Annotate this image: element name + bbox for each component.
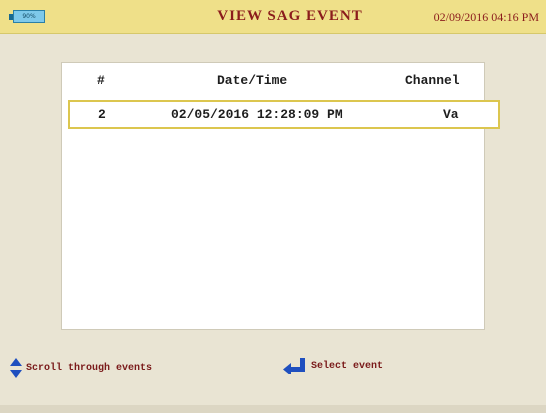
screen-title: VIEW SAG EVENT bbox=[217, 8, 363, 24]
event-list-panel: # Date/Time Channel 2 02/05/2016 12:28:0… bbox=[61, 62, 500, 330]
event-datetime: 02/05/2016 12:28:09 PM bbox=[171, 107, 343, 122]
column-header-channel: Channel bbox=[405, 73, 460, 88]
battery-icon: 90% bbox=[9, 9, 47, 24]
column-header-datetime: Date/Time bbox=[217, 73, 288, 88]
scroll-hint-label: Scroll through events bbox=[26, 362, 153, 374]
column-header-number: # bbox=[97, 73, 105, 88]
select-hint: Select event bbox=[283, 358, 383, 374]
up-down-arrows-icon bbox=[10, 358, 22, 378]
select-hint-label: Select event bbox=[311, 360, 384, 372]
top-status-bar: 90% VIEW SAG EVENT 02/09/2016 04:16 PM bbox=[0, 0, 546, 34]
battery-level: 90% bbox=[13, 10, 45, 23]
event-number: 2 bbox=[98, 107, 106, 122]
enter-key-icon bbox=[283, 358, 305, 374]
event-row-selected[interactable]: 2 02/05/2016 12:28:09 PM Va bbox=[68, 100, 500, 129]
scroll-hint: Scroll through events bbox=[10, 358, 152, 378]
bottom-edge bbox=[0, 405, 546, 413]
event-channel: Va bbox=[443, 107, 459, 122]
clock-datetime: 02/09/2016 04:16 PM bbox=[433, 10, 539, 24]
